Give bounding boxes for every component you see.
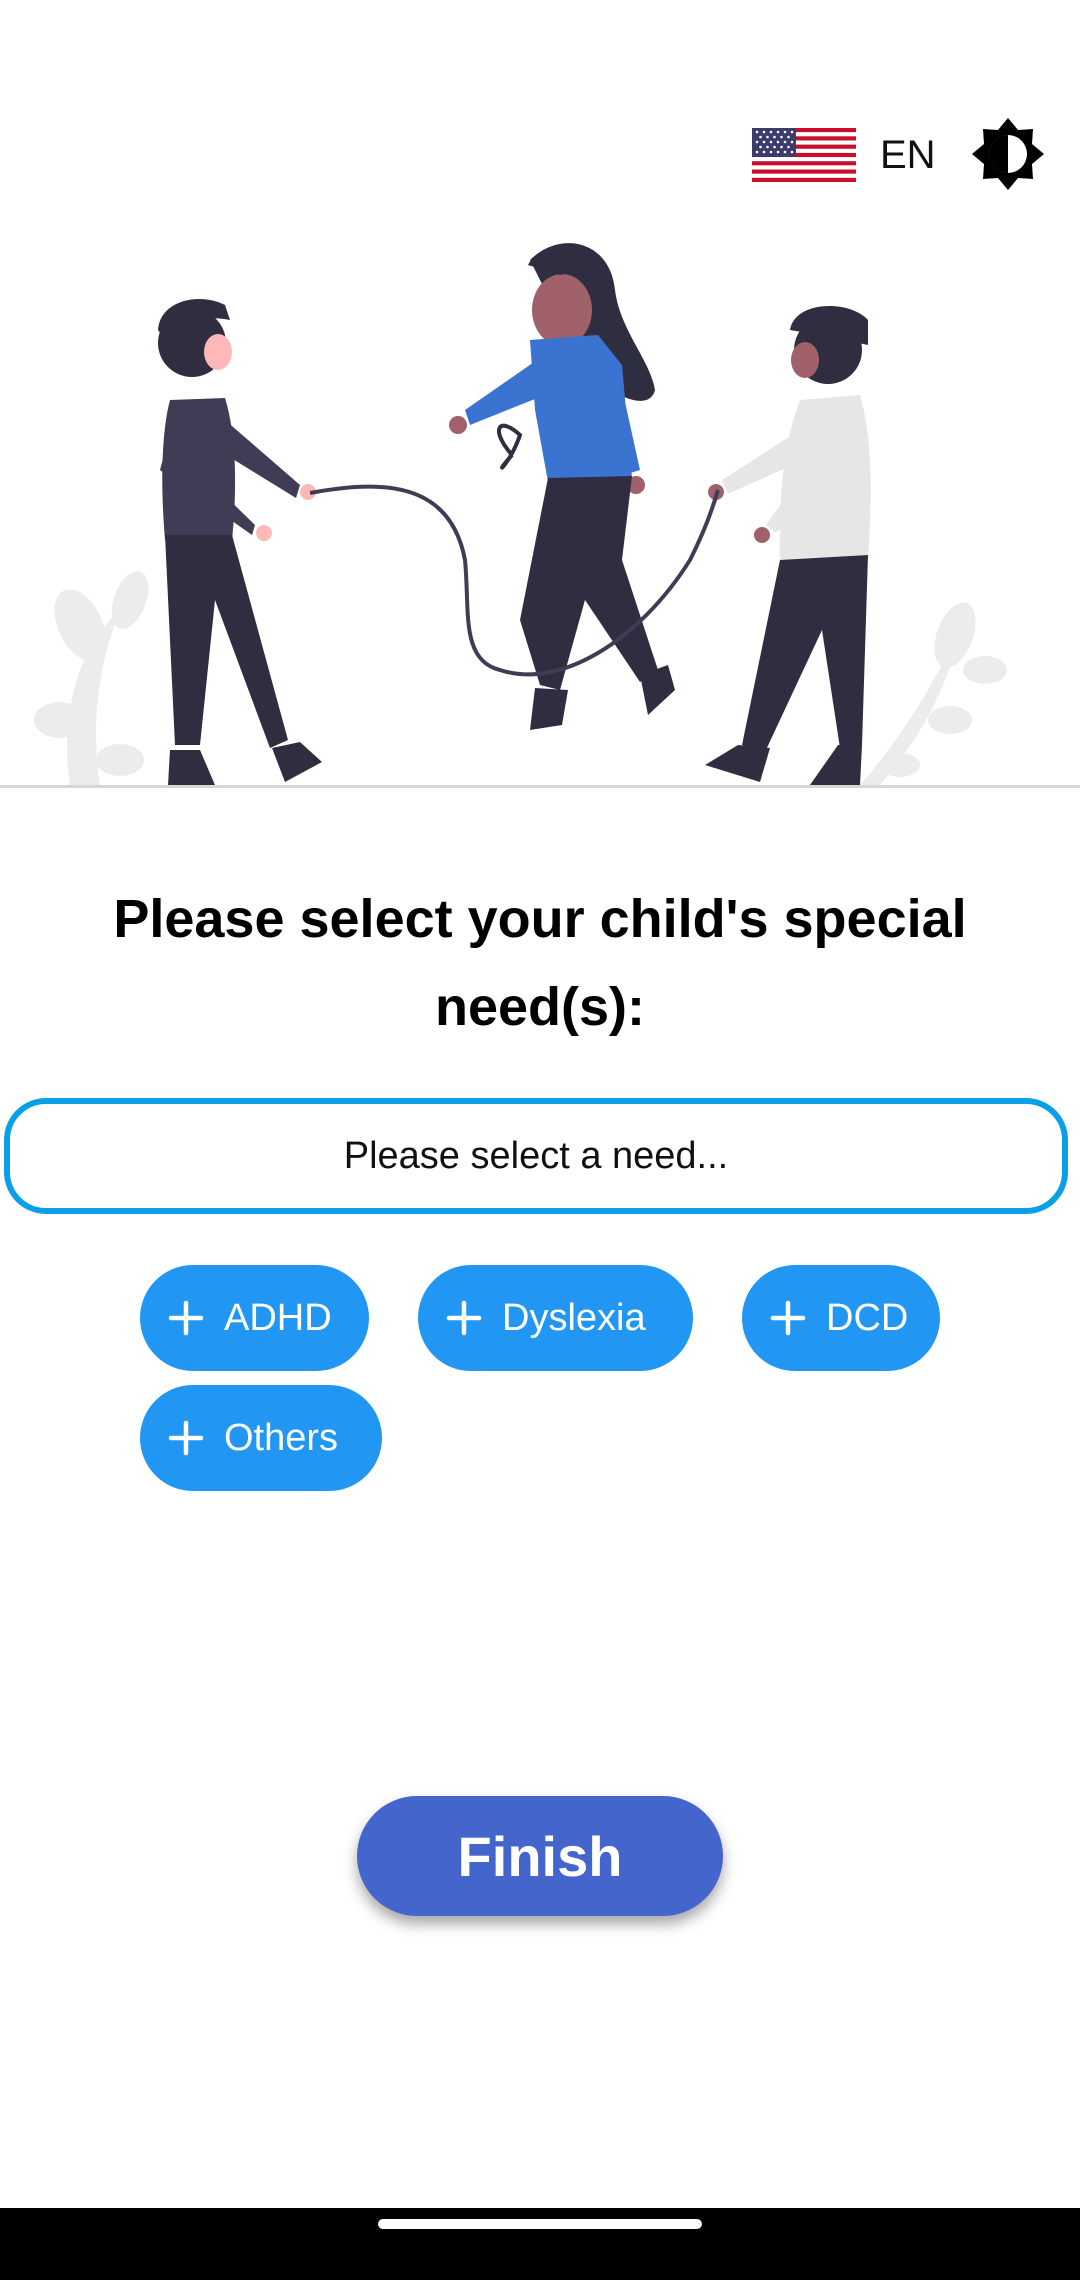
plus-icon	[168, 1420, 204, 1456]
chip-adhd[interactable]: ADHD	[140, 1265, 369, 1371]
chip-others[interactable]: Others	[140, 1385, 382, 1491]
brightness-icon[interactable]	[972, 118, 1044, 190]
plus-icon	[168, 1300, 204, 1336]
home-gesture-handle[interactable]	[378, 2219, 702, 2229]
chip-label: Others	[224, 1416, 339, 1459]
us-flag-icon[interactable]	[752, 128, 856, 182]
children-jump-rope-illustration	[34, 243, 1007, 785]
need-select-field[interactable]: Please select a need...	[4, 1098, 1068, 1214]
language-code[interactable]: EN	[880, 128, 936, 182]
chip-dcd[interactable]: DCD	[742, 1265, 940, 1371]
divider	[0, 785, 1080, 788]
plus-icon	[446, 1300, 482, 1336]
finish-button[interactable]: Finish	[357, 1796, 723, 1916]
chip-label: ADHD	[224, 1296, 332, 1339]
chip-label: Dyslexia	[502, 1296, 646, 1339]
chip-label: DCD	[826, 1296, 909, 1339]
plus-icon	[770, 1300, 806, 1336]
page-title: Please select your child's special need(…	[113, 889, 967, 1037]
chip-dyslexia[interactable]: Dyslexia	[418, 1265, 693, 1371]
